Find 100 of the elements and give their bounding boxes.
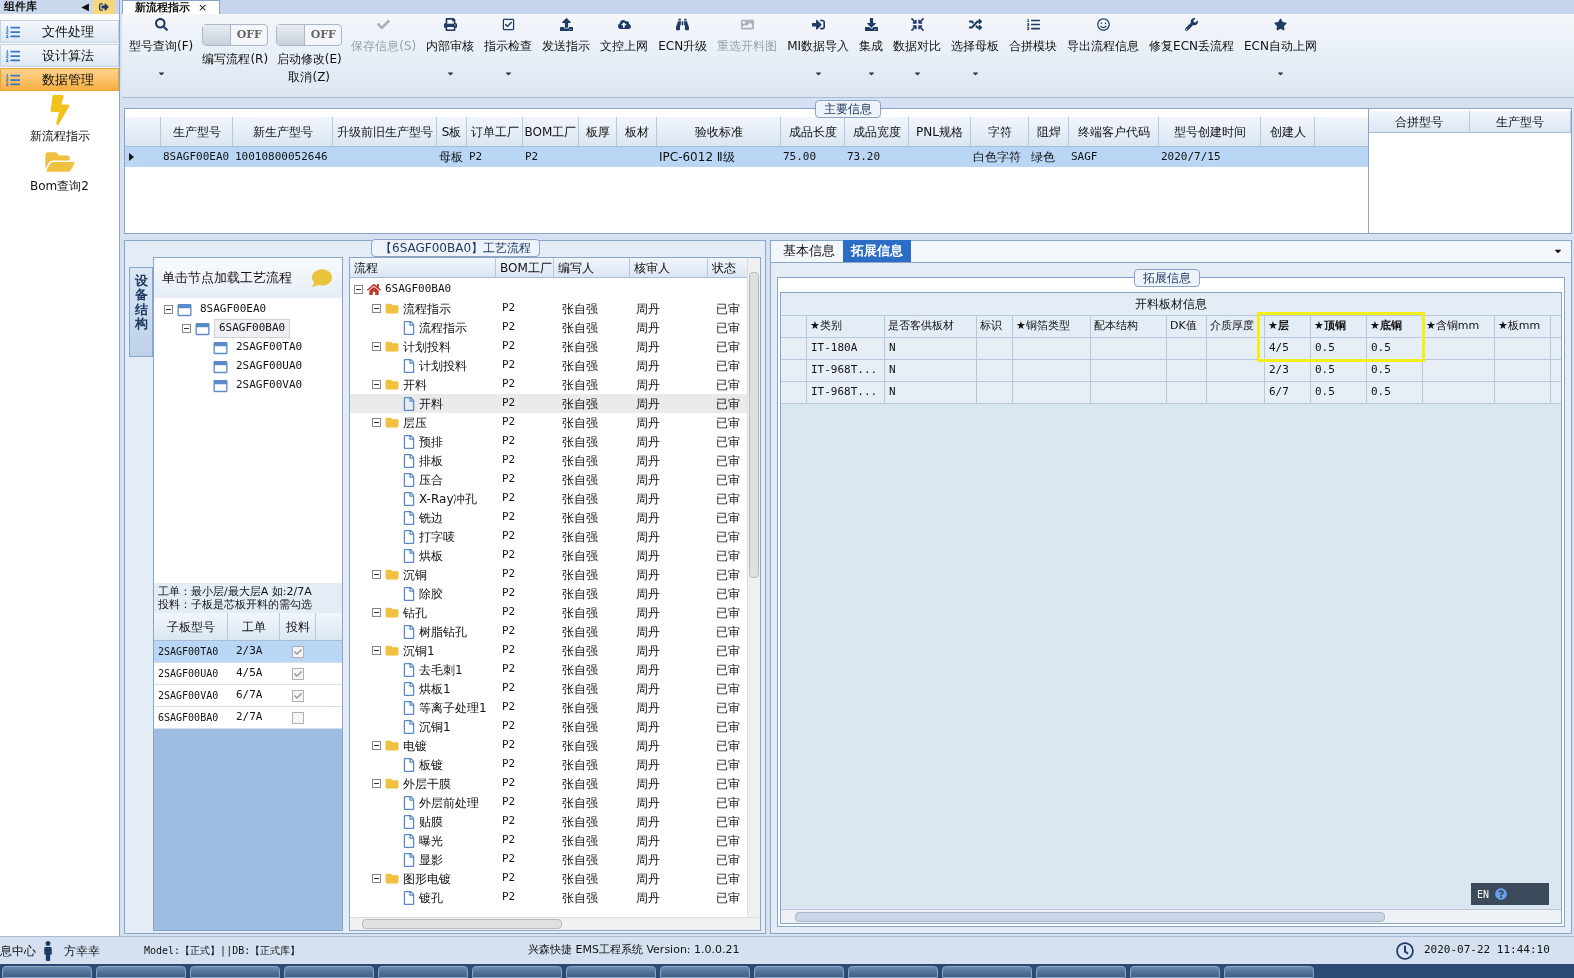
table-row[interactable]: IT-968T... N 6/7 0.5 0.5 <box>781 381 1561 403</box>
column-header[interactable]: 成品宽度 <box>845 117 909 146</box>
taskbar-button[interactable] <box>190 966 280 978</box>
flow-row[interactable]: 显影 P2 张自强 周丹 已审 <box>350 850 747 869</box>
flow-row[interactable]: 计划投料 P2 张自强 周丹 已审 <box>350 337 747 356</box>
collapse-icon[interactable] <box>372 874 381 883</box>
flow-row[interactable]: 钻孔 P2 张自强 周丹 已审 <box>350 603 747 622</box>
flow-row[interactable]: 烘板 P2 张自强 周丹 已审 <box>350 546 747 565</box>
tree-node[interactable]: 6SAGF00BA0 <box>214 319 291 338</box>
column-header[interactable]: 新生产型号 <box>233 117 333 146</box>
flow-row[interactable]: 流程指示 P2 张自强 周丹 已审 <box>350 318 747 337</box>
collapse-icon[interactable] <box>354 285 363 294</box>
sidebar-item[interactable]: 数据管理 <box>0 68 119 91</box>
taskbar-button[interactable] <box>96 966 186 978</box>
flow-row[interactable]: 电镀 P2 张自强 周丹 已审 <box>350 736 747 755</box>
sidebar-item[interactable]: 文件处理 <box>0 20 119 43</box>
sidebar-item[interactable]: 设计算法 <box>0 44 119 67</box>
collapse-icon[interactable] <box>182 324 191 333</box>
collapse-icon[interactable] <box>372 342 381 351</box>
taskbar-button[interactable] <box>1224 966 1314 978</box>
table-row[interactable]: IT-180A N 4/5 0.5 0.5 <box>781 337 1561 359</box>
column-header[interactable]: 生产型号 <box>1470 111 1571 132</box>
toolbar-button[interactable]: 发送指示 <box>537 14 596 92</box>
vertical-scrollbar[interactable] <box>747 258 760 917</box>
flow-row[interactable]: 外层干膜 P2 张自强 周丹 已审 <box>350 774 747 793</box>
language-bar[interactable]: EN <box>1471 883 1549 905</box>
collapse-icon[interactable] <box>372 779 381 788</box>
flow-row[interactable]: 图形电镀 P2 张自强 周丹 已审 <box>350 869 747 888</box>
toolbar-button[interactable]: 选择母板 <box>946 14 1005 92</box>
flow-row[interactable]: 去毛刺1 P2 张自强 周丹 已审 <box>350 660 747 679</box>
flow-row[interactable]: 开料 P2 张自强 周丹 已审 <box>350 375 747 394</box>
taskbar-button[interactable] <box>284 966 374 978</box>
tree-node[interactable]: 2SAGF00VA0 <box>232 377 307 394</box>
side-tab[interactable]: 设备结构 <box>129 267 153 357</box>
column-header[interactable]: 板厚 <box>579 117 617 146</box>
column-header[interactable]: 终端客户代码 <box>1069 117 1159 146</box>
flow-row[interactable]: 铣边 P2 张自强 周丹 已审 <box>350 508 747 527</box>
flow-row[interactable]: 计划投料 P2 张自强 周丹 已审 <box>350 356 747 375</box>
toolbar-button[interactable]: 修复ECN丢流程 <box>1144 14 1240 92</box>
column-header[interactable]: 字符 <box>971 117 1029 146</box>
flow-row[interactable]: 沉铜 P2 张自强 周丹 已审 <box>350 565 747 584</box>
table-row[interactable]: 2SAGF00TA0 2/3A <box>154 641 342 663</box>
toolbar-button[interactable]: 文控上网 <box>595 14 654 92</box>
collapse-icon[interactable] <box>372 646 381 655</box>
toolbar-button[interactable]: 导出流程信息 <box>1062 14 1145 92</box>
horizontal-scrollbar[interactable] <box>350 917 760 930</box>
tree-node[interactable]: 2SAGF00TA0 <box>232 339 307 356</box>
sidebar-tool[interactable]: Bom查询2 <box>0 149 119 195</box>
column-header[interactable]: S板 <box>437 117 467 146</box>
tab[interactable]: 拓展信息 <box>843 240 911 262</box>
toolbar-button[interactable]: 集成 <box>854 14 889 92</box>
collapse-icon[interactable] <box>372 380 381 389</box>
taskbar-button[interactable] <box>942 966 1032 978</box>
toolbar-button[interactable]: 数据对比 <box>888 14 947 92</box>
flow-row[interactable]: 开料 P2 张自强 周丹 已审 <box>350 394 747 413</box>
column-header[interactable]: 型号创建时间 <box>1159 117 1261 146</box>
flow-row[interactable]: 沉铜1 P2 张自强 周丹 已审 <box>350 641 747 660</box>
toolbar-button[interactable]: 指示检查 <box>479 14 538 92</box>
checkbox[interactable] <box>292 667 304 680</box>
document-tab[interactable]: 新流程指示 × <box>122 0 221 14</box>
flow-row[interactable]: 曝光 P2 张自强 周丹 已审 <box>350 831 747 850</box>
column-header[interactable]: 板材 <box>617 117 657 146</box>
collapse-icon[interactable] <box>372 608 381 617</box>
flow-row[interactable]: 层压 P2 张自强 周丹 已审 <box>350 413 747 432</box>
column-header[interactable]: PNL规格 <box>909 117 971 146</box>
tree-node[interactable]: 8SAGF00EA0 <box>196 301 271 318</box>
column-header[interactable]: 流程 <box>350 258 496 277</box>
column-header[interactable]: 创建人 <box>1261 117 1315 146</box>
column-header[interactable]: 核审人 <box>630 258 708 277</box>
collapse-icon[interactable] <box>372 570 381 579</box>
checkbox[interactable] <box>292 645 304 658</box>
flow-row[interactable]: 6SAGF00BA0 <box>350 280 747 299</box>
toggle-switch[interactable]: OFF <box>276 24 343 46</box>
flow-row[interactable]: 板镀 P2 张自强 周丹 已审 <box>350 755 747 774</box>
horizontal-scrollbar[interactable] <box>781 909 1561 923</box>
toolbar-button[interactable]: 合拼模块 <box>1004 14 1063 92</box>
taskbar-button[interactable] <box>1130 966 1220 978</box>
column-header[interactable]: 成品长度 <box>781 117 845 146</box>
taskbar-button[interactable] <box>848 966 938 978</box>
column-header[interactable]: 升级前旧生产型号 <box>333 117 437 146</box>
tab[interactable]: 基本信息 <box>775 240 843 262</box>
flow-row[interactable]: X-Ray冲孔 P2 张自强 周丹 已审 <box>350 489 747 508</box>
flow-row[interactable]: 除胶 P2 张自强 周丹 已审 <box>350 584 747 603</box>
collapse-icon[interactable] <box>372 741 381 750</box>
column-header[interactable]: BOM工厂 <box>496 258 554 277</box>
flow-row[interactable]: 预排 P2 张自强 周丹 已审 <box>350 432 747 451</box>
table-row[interactable]: IT-968T... N 2/3 0.5 0.5 <box>781 359 1561 381</box>
flow-row[interactable]: 外层前处理 P2 张自强 周丹 已审 <box>350 793 747 812</box>
taskbar-button[interactable] <box>378 966 468 978</box>
column-header[interactable]: BOM工厂 <box>523 117 579 146</box>
taskbar-button[interactable] <box>660 966 750 978</box>
toolbar-button[interactable]: ECN升级 <box>653 14 713 92</box>
toolbar-button[interactable]: 内部审核 <box>421 14 480 92</box>
flow-row[interactable]: 排板 P2 张自强 周丹 已审 <box>350 451 747 470</box>
flow-row[interactable]: 镀孔 P2 张自强 周丹 已审 <box>350 888 747 907</box>
toolbar-button[interactable]: 型号查询(F) <box>124 14 199 92</box>
toolbar-button[interactable]: ECN自动上网 <box>1239 14 1322 92</box>
flow-row[interactable]: 打字唛 P2 张自强 周丹 已审 <box>350 527 747 546</box>
flow-row[interactable]: 流程指示 P2 张自强 周丹 已审 <box>350 299 747 318</box>
taskbar-button[interactable] <box>472 966 562 978</box>
